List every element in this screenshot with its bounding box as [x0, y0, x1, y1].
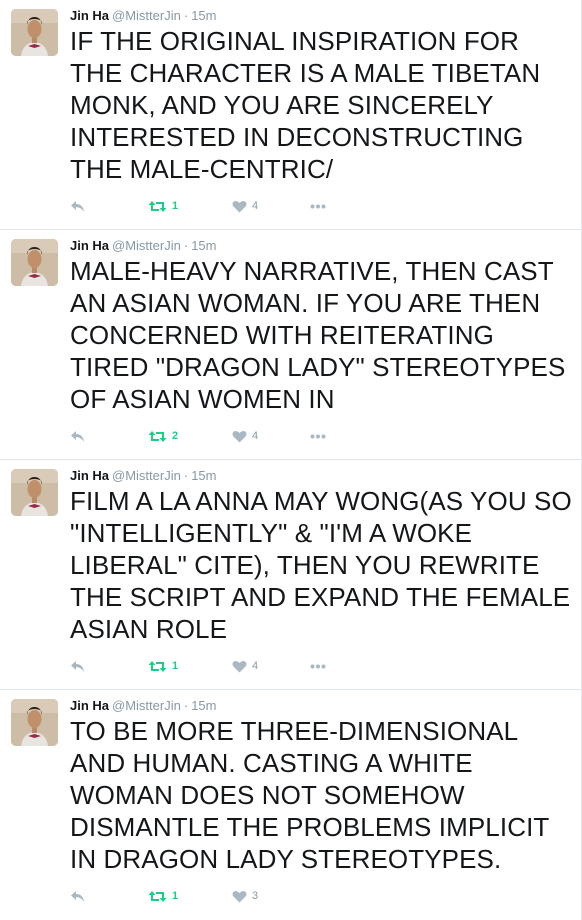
tweet-text: MALE-HEAVY NARRATIVE, THEN CAST AN ASIAN…	[70, 256, 566, 414]
author-handle[interactable]: @MistterJin	[112, 238, 181, 253]
tweet-header: Jin Ha @MistterJin · 15m	[70, 238, 216, 254]
separator: ·	[183, 8, 189, 23]
retweet-button[interactable]: 1	[148, 887, 178, 905]
retweet-button[interactable]: 2	[148, 427, 178, 445]
tweet: Jin Ha @MistterJin · 15m TO BE MORE THREE-D…	[0, 690, 582, 920]
heart-icon	[232, 660, 247, 672]
retweet-icon	[148, 430, 167, 442]
reply-button[interactable]	[70, 657, 86, 675]
timestamp[interactable]: 15m	[191, 698, 216, 713]
heart-icon	[232, 200, 247, 212]
more-icon	[310, 204, 326, 208]
tweet-actions: 1 4	[70, 197, 370, 215]
tweet: Jin Ha @MistterJin · 15m IF THE ORIGINAL IN…	[0, 0, 582, 230]
reply-button[interactable]	[70, 427, 86, 445]
like-button[interactable]: 4	[232, 427, 258, 445]
author-name[interactable]: Jin Ha	[70, 468, 109, 483]
author-name[interactable]: Jin Ha	[70, 238, 109, 253]
timestamp[interactable]: 15m	[191, 468, 216, 483]
separator: ·	[183, 238, 189, 253]
like-button[interactable]: 3	[232, 887, 258, 905]
separator: ·	[183, 698, 189, 713]
more-icon	[310, 434, 326, 438]
tweet-header: Jin Ha @MistterJin · 15m	[70, 468, 216, 484]
tweet: Jin Ha @MistterJin · 15m MALE-HEAVY NARRATI…	[0, 230, 582, 460]
like-count: 3	[252, 890, 259, 902]
retweet-icon	[148, 890, 167, 902]
author-handle[interactable]: @MistterJin	[112, 698, 181, 713]
like-button[interactable]: 4	[232, 197, 258, 215]
more-icon	[310, 664, 326, 668]
like-count: 4	[252, 200, 259, 212]
retweet-icon	[148, 660, 167, 672]
tweet-actions: 2 4	[70, 427, 370, 445]
reply-icon	[71, 890, 84, 902]
reply-icon	[71, 430, 84, 442]
more-button[interactable]	[310, 197, 326, 215]
author-name[interactable]: Jin Ha	[70, 8, 109, 23]
tweet-text: IF THE ORIGINAL INSPIRATION FOR THE CHAR…	[70, 26, 541, 184]
heart-icon	[232, 890, 247, 902]
retweet-icon	[148, 200, 167, 212]
avatar[interactable]	[11, 699, 58, 746]
retweet-count: 1	[172, 200, 179, 212]
author-name[interactable]: Jin Ha	[70, 698, 109, 713]
timestamp[interactable]: 15m	[191, 238, 216, 253]
tweet-header: Jin Ha @MistterJin · 15m	[70, 698, 216, 714]
tweet-header: Jin Ha @MistterJin · 15m	[70, 8, 216, 24]
heart-icon	[232, 430, 247, 442]
avatar[interactable]	[11, 9, 58, 56]
retweet-count: 1	[172, 660, 179, 672]
avatar[interactable]	[11, 239, 58, 286]
avatar[interactable]	[11, 469, 58, 516]
reply-icon	[71, 660, 84, 672]
timestamp[interactable]: 15m	[191, 8, 216, 23]
tweet-feed: Jin Ha @MistterJin · 15m IF THE ORIGINAL IN…	[0, 0, 582, 920]
tweet-text: TO BE MORE THREE-DIMENSIONAL AND HUMAN. …	[70, 716, 549, 874]
retweet-button[interactable]: 1	[148, 657, 178, 675]
like-count: 4	[252, 660, 259, 672]
retweet-button[interactable]: 1	[148, 197, 178, 215]
tweet-text: FILM A LA ANNA MAY WONG(AS YOU SO "INTEL…	[70, 486, 572, 644]
tweet: Jin Ha @MistterJin · 15m FILM A LA ANNA MAY…	[0, 460, 582, 690]
more-button[interactable]	[310, 657, 326, 675]
more-button[interactable]	[310, 427, 326, 445]
author-handle[interactable]: @MistterJin	[112, 468, 181, 483]
reply-icon	[71, 200, 84, 212]
tweet-actions: 1 3	[70, 887, 370, 905]
tweet-actions: 1 4	[70, 657, 370, 675]
separator: ·	[183, 468, 189, 483]
author-handle[interactable]: @MistterJin	[112, 8, 181, 23]
retweet-count: 2	[172, 430, 179, 442]
retweet-count: 1	[172, 890, 179, 902]
reply-button[interactable]	[70, 197, 86, 215]
like-count: 4	[252, 430, 259, 442]
reply-button[interactable]	[70, 887, 86, 905]
like-button[interactable]: 4	[232, 657, 258, 675]
